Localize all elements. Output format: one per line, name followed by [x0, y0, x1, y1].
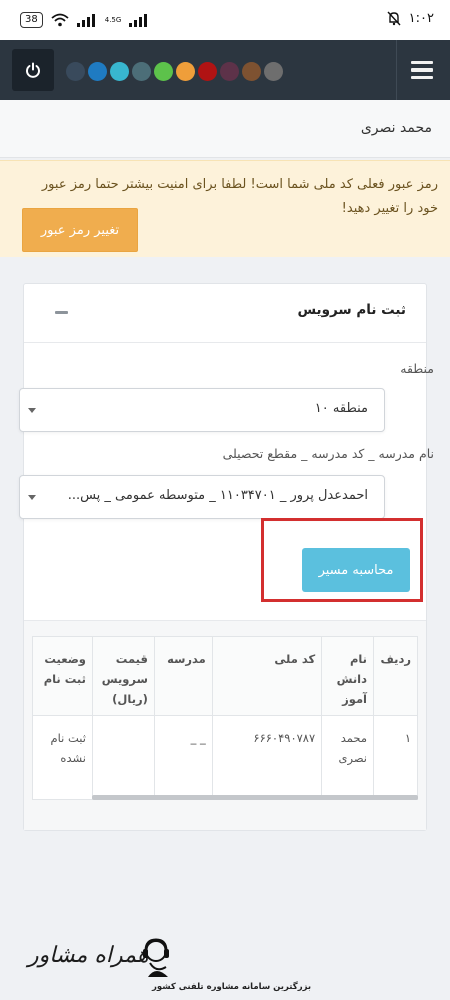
status-bar-left: 38 4.5G	[20, 12, 149, 28]
school-label: نام مدرسه _ کد مدرسه _ مقطع تحصیلی	[222, 446, 434, 461]
header-status: وضعیت ثبت نام	[32, 636, 93, 716]
theme-swatch-10[interactable]	[264, 62, 283, 81]
user-name: محمد نصری	[360, 120, 432, 136]
clock: ۱:۰۲	[408, 11, 434, 26]
table-row: ۱ محمد نصری ۶۶۶۰۴۹۰۷۸۷ _ _ ثبت نام نشده	[32, 715, 418, 800]
header-row: ردیف	[373, 636, 418, 716]
theme-swatch-1[interactable]	[66, 62, 85, 81]
wifi-icon	[51, 13, 69, 27]
brand-title: همراه مشاور	[28, 943, 149, 968]
table-header-row: ردیف نام دانش آموز کد ملی مدرسه قیمت سرو…	[32, 636, 418, 716]
cell-status[interactable]: ثبت نام نشده	[32, 715, 93, 800]
header-school: مدرسه	[153, 636, 213, 716]
brand-subtitle: بزرگترین سامانه مشاوره تلفنی کشور	[152, 982, 312, 992]
region-label: منطقه	[400, 361, 434, 376]
theme-swatch-5[interactable]	[154, 62, 173, 81]
theme-swatches	[66, 62, 283, 81]
header-price: قیمت سرویس (ریال)	[91, 636, 155, 716]
region-select-value: منطقه ۱۰	[314, 401, 368, 416]
header-national-code: کد ملی	[211, 636, 323, 716]
power-icon	[26, 62, 40, 78]
hamburger-menu-button[interactable]	[406, 55, 438, 85]
card-title: ثبت نام سرویس	[297, 302, 406, 318]
nav-divider	[396, 40, 397, 100]
muted-bell-icon	[387, 11, 401, 26]
user-bar: محمد نصری	[0, 100, 450, 158]
headset-logo-icon	[143, 938, 169, 977]
signal-icon	[76, 13, 95, 27]
students-table: ردیف نام دانش آموز کد ملی مدرسه قیمت سرو…	[32, 636, 418, 800]
theme-swatch-3[interactable]	[110, 62, 129, 81]
theme-swatch-7[interactable]	[198, 62, 217, 81]
school-select-value: احمدعدل پرور _ ۱۱۰۳۴۷۰۱ _ متوسطه عمومی _…	[67, 488, 368, 503]
theme-swatch-8[interactable]	[220, 62, 239, 81]
signal-icon	[129, 13, 148, 27]
status-bar-right: ۱:۰۲	[387, 11, 434, 26]
cell-national-code: ۶۶۶۰۴۹۰۷۸۷	[211, 715, 323, 800]
cell-student: محمد نصری	[321, 715, 375, 800]
card-header-divider	[24, 342, 426, 343]
header-student: نام دانش آموز	[321, 636, 375, 716]
theme-swatch-9[interactable]	[242, 62, 261, 81]
brand-watermark: همراه مشاور بزرگترین سامانه مشاوره تلفنی…	[0, 935, 450, 1000]
power-button[interactable]	[12, 49, 54, 91]
region-select[interactable]: منطقه ۱۰	[19, 388, 385, 432]
collapse-icon[interactable]	[55, 311, 68, 314]
hamburger-icon	[411, 75, 433, 80]
cell-school: _ _	[153, 715, 213, 800]
status-bar: 38 4.5G ۱:۰۲	[0, 0, 450, 40]
hamburger-icon	[411, 68, 433, 72]
theme-swatch-4[interactable]	[132, 62, 151, 81]
change-password-button[interactable]: تغییر رمز عبور	[22, 208, 138, 252]
chevron-down-icon	[28, 408, 36, 413]
cell-row: ۱	[373, 715, 418, 800]
battery-indicator: 38	[20, 12, 43, 28]
chevron-down-icon	[28, 495, 36, 500]
school-select[interactable]: احمدعدل پرور _ ۱۱۰۳۴۷۰۱ _ متوسطه عمومی _…	[19, 475, 385, 519]
table-horizontal-scrollbar[interactable]	[92, 795, 418, 800]
cell-price	[91, 715, 155, 800]
hamburger-icon	[411, 60, 433, 65]
theme-swatch-2[interactable]	[88, 62, 107, 81]
network-type: 4.5G	[104, 16, 122, 24]
theme-swatch-6[interactable]	[176, 62, 195, 81]
top-nav	[0, 40, 450, 100]
calculate-route-button[interactable]: محاسبه مسیر	[302, 548, 410, 592]
